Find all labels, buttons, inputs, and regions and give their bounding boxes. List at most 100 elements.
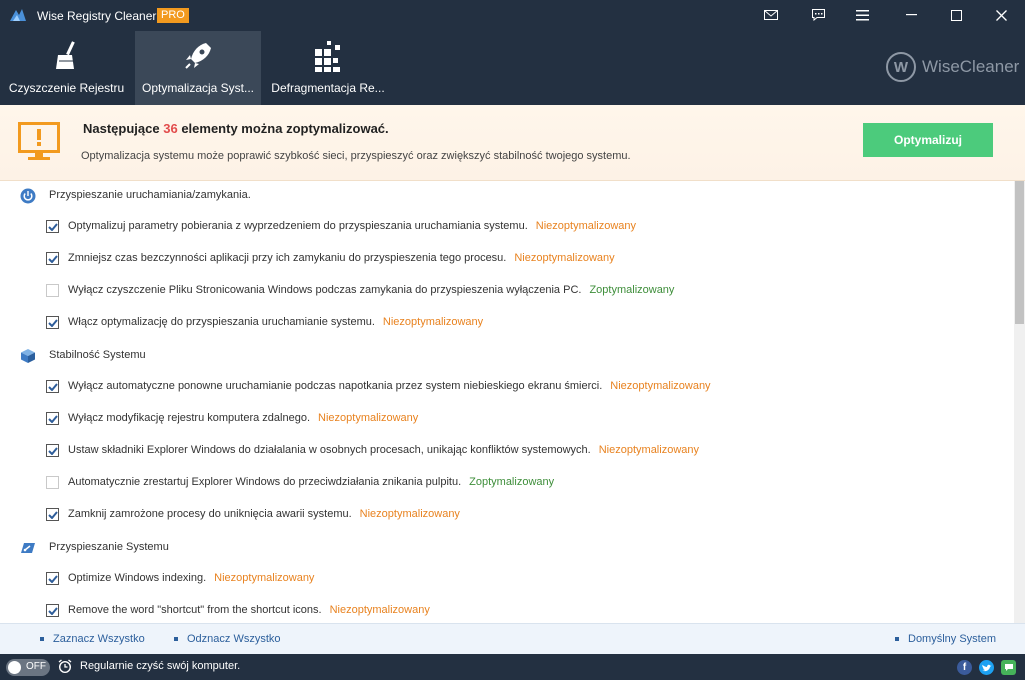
toggle-knob xyxy=(8,661,21,674)
item-checkbox[interactable] xyxy=(46,316,59,329)
status-text: Regularnie czyść swój komputer. xyxy=(80,660,241,672)
tab-label: Czyszczenie Rejestru xyxy=(8,81,125,95)
item-checkbox[interactable] xyxy=(46,476,59,489)
item-status: Niezoptymalizowany xyxy=(598,444,699,456)
list-item: Remove the word "shortcut" from the shor… xyxy=(0,599,1014,623)
item-checkbox[interactable] xyxy=(46,412,59,425)
chat-icon[interactable] xyxy=(1001,660,1016,675)
bullet-icon xyxy=(174,637,178,642)
item-status: Niezoptymalizowany xyxy=(318,412,419,424)
list-item: Wyłącz czyszczenie Pliku Stronicowania W… xyxy=(0,279,1014,303)
speed-icon xyxy=(21,543,35,553)
tab-registry-defrag[interactable]: Defragmentacja Re... xyxy=(263,31,393,105)
item-checkbox[interactable] xyxy=(46,604,59,617)
deselect-all-label: Odznacz Wszystko xyxy=(187,633,281,645)
tab-system-optimization[interactable]: Optymalizacja Syst... xyxy=(135,31,261,105)
item-checkbox[interactable] xyxy=(46,284,59,297)
close-icon[interactable] xyxy=(979,0,1023,30)
defrag-icon xyxy=(315,41,340,72)
item-status: Niezoptymalizowany xyxy=(329,604,430,616)
pro-badge: PRO xyxy=(157,8,189,23)
item-label: Wyłącz modyfikację rejestru komputera zd… xyxy=(68,412,311,424)
optimization-list: Przyspieszanie uruchamiania/zamykania. O… xyxy=(0,181,1014,623)
cube-icon xyxy=(21,349,35,363)
list-scrollbar[interactable] xyxy=(1014,181,1025,623)
wisecleaner-logo: W WiseCleaner xyxy=(886,52,1019,82)
list-item: Wyłącz automatyczne ponowne uruchamianie… xyxy=(0,375,1014,399)
heading-prefix: Następujące xyxy=(83,121,160,136)
item-checkbox[interactable] xyxy=(46,252,59,265)
title-bar[interactable]: Wise Registry Cleaner X PRO xyxy=(0,0,1025,30)
select-all-link[interactable]: Zaznacz Wszystko xyxy=(40,633,145,645)
item-label: Optymalizuj parametry pobierania z wyprz… xyxy=(68,220,528,232)
section-title: Stabilność Systemu xyxy=(49,349,146,361)
toggle-label: OFF xyxy=(26,661,46,672)
list-item: Optimize Windows indexing. Niezoptymalizo… xyxy=(0,567,1014,591)
scroll-thumb[interactable] xyxy=(1015,181,1024,324)
deselect-all-link[interactable]: Odznacz Wszystko xyxy=(174,633,281,645)
list-item: Ustaw składniki Explorer Windows do dzia… xyxy=(0,439,1014,463)
facebook-icon[interactable]: f xyxy=(957,660,972,675)
list-item: Zmniejsz czas bezczynności aplikacji prz… xyxy=(0,247,1014,271)
rocket-icon xyxy=(185,43,211,69)
feedback-icon[interactable] xyxy=(796,0,840,30)
item-checkbox[interactable] xyxy=(46,380,59,393)
default-system-label: Domyślny System xyxy=(908,633,997,645)
bullet-icon xyxy=(40,637,44,642)
item-status: Niezoptymalizowany xyxy=(514,252,615,264)
app-header: Wise Registry Cleaner X PRO Czyszczenie … xyxy=(0,0,1025,105)
menu-icon[interactable] xyxy=(840,0,884,30)
item-checkbox[interactable] xyxy=(46,220,59,233)
auto-clean-toggle[interactable]: OFF xyxy=(6,659,50,676)
select-all-label: Zaznacz Wszystko xyxy=(53,633,145,645)
item-status: Niezoptymalizowany xyxy=(535,220,637,232)
list-item: Optymalizuj parametry pobierania z wyprz… xyxy=(0,215,1014,239)
section-system-stability: Stabilność Systemu xyxy=(0,341,1014,371)
banner-description: Optymalizacja systemu może poprawić szyb… xyxy=(81,150,631,162)
item-status: Niezoptymalizowany xyxy=(610,380,711,392)
item-label: Wyłącz automatyczne ponowne uruchamianie… xyxy=(68,380,603,392)
item-label: Ustaw składniki Explorer Windows do dzia… xyxy=(68,444,591,456)
tab-label: Optymalizacja Syst... xyxy=(141,81,255,95)
item-checkbox[interactable] xyxy=(46,508,59,521)
optimization-banner: Następujące 36 elementy można zoptymaliz… xyxy=(0,105,1025,181)
mail-icon[interactable] xyxy=(749,0,793,30)
optimize-button[interactable]: Optymalizuj xyxy=(863,123,993,157)
item-status: Niezoptymalizowany xyxy=(382,316,484,328)
brand-name: WiseCleaner xyxy=(922,57,1020,76)
status-bar: OFF Regularnie czyść swój komputer. f xyxy=(0,654,1025,680)
twitter-icon[interactable] xyxy=(979,660,994,675)
item-label: Zmniejsz czas bezczynności aplikacji prz… xyxy=(68,252,507,264)
tab-label: Defragmentacja Re... xyxy=(271,81,385,95)
bullet-icon xyxy=(895,637,899,642)
banner-heading: Następujące 36 elementy można zoptymaliz… xyxy=(83,121,389,136)
list-item: Wyłącz modyfikację rejestru komputera zd… xyxy=(0,407,1014,431)
item-checkbox[interactable] xyxy=(46,572,59,585)
tab-registry-cleaner[interactable]: Czyszczenie Rejestru xyxy=(0,31,133,105)
item-status: Zoptymalizowany xyxy=(589,284,675,296)
broom-icon xyxy=(55,41,75,69)
item-label: Remove the word "shortcut" from the shor… xyxy=(68,604,322,616)
item-checkbox[interactable] xyxy=(46,444,59,457)
item-label: Automatycznie zrestartuj Explorer Window… xyxy=(68,476,462,488)
item-label: Wyłącz czyszczenie Pliku Stronicowania W… xyxy=(68,284,582,296)
warning-monitor-icon xyxy=(18,122,60,160)
list-item: Włącz optymalizację do przyspieszania ur… xyxy=(0,311,1014,335)
item-status: Zoptymalizowany xyxy=(469,476,555,488)
item-label: Optimize Windows indexing. xyxy=(68,572,207,584)
app-title: Wise Registry Cleaner X xyxy=(37,9,168,23)
list-item: Automatycznie zrestartuj Explorer Window… xyxy=(0,471,1014,495)
default-system-link[interactable]: Domyślny System xyxy=(895,633,996,645)
item-label: Włącz optymalizację do przyspieszania ur… xyxy=(68,316,375,328)
app-logo-icon xyxy=(10,9,26,21)
maximize-icon[interactable] xyxy=(934,0,978,30)
section-startup-shutdown: Przyspieszanie uruchamiania/zamykania. xyxy=(0,181,1014,211)
power-icon xyxy=(20,188,36,204)
item-status: Niezoptymalizowany xyxy=(214,572,315,584)
heading-suffix: elementy można zoptymalizować. xyxy=(181,121,389,136)
item-label: Zamknij zamrożone procesy do uniknięcia … xyxy=(68,508,352,520)
section-title: Przyspieszanie Systemu xyxy=(49,541,169,553)
items-count: 36 xyxy=(163,121,178,136)
brand-letter: W xyxy=(886,52,916,82)
minimize-icon[interactable] xyxy=(889,0,933,30)
